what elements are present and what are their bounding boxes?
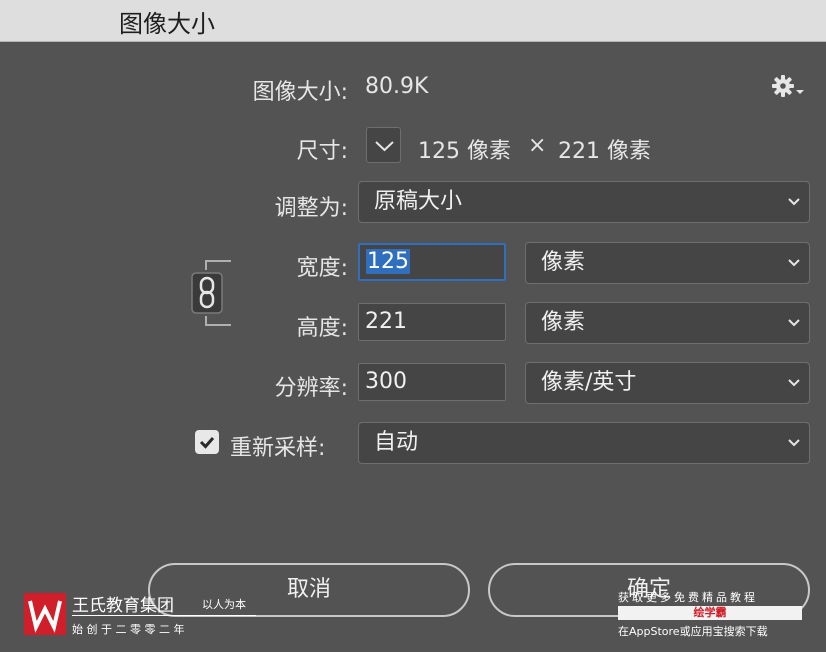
chevron-down-icon <box>788 198 800 206</box>
resample-label: 重新采样: <box>230 436 326 461</box>
dimensions-label: 尺寸: <box>296 139 348 164</box>
cancel-button[interactable]: 取消 <box>148 563 470 617</box>
image-size-value: 80.9K <box>365 74 429 99</box>
resample-method-select[interactable]: 自动 <box>358 422 810 464</box>
chevron-down-icon <box>788 259 800 267</box>
checkmark-icon <box>199 437 215 449</box>
width-label: 宽度: <box>296 256 348 281</box>
width-input[interactable]: 125 <box>358 243 506 281</box>
height-unit-value: 像素 <box>541 310 586 335</box>
resolution-unit-select[interactable]: 像素/英寸 <box>525 362 810 404</box>
resample-checkbox[interactable] <box>195 430 219 454</box>
brand-logo-icon <box>28 600 62 633</box>
height-value: 221 <box>365 309 407 334</box>
watermark-slogan: 以人为本 <box>202 598 246 611</box>
watermark-download: 在AppStore或应用宝搜索下载 <box>618 625 768 638</box>
resolution-value: 300 <box>365 369 407 394</box>
fit-to-value: 原稿大小 <box>374 189 463 214</box>
fit-to-label: 调整为: <box>274 196 348 221</box>
chevron-down-icon <box>375 141 394 152</box>
watermark-brand: 王氏教育集团 <box>72 596 174 616</box>
chevron-down-icon <box>788 439 800 447</box>
height-label: 高度: <box>296 316 348 341</box>
window-title: 图像大小 <box>119 10 215 38</box>
height-input[interactable]: 221 <box>358 303 506 341</box>
chevron-down-icon <box>788 379 800 387</box>
chevron-down-icon <box>788 319 800 327</box>
dimensions-width-value: 125 像素 <box>418 139 511 164</box>
width-unit-select[interactable]: 像素 <box>525 242 810 284</box>
image-size-label: 图像大小: <box>252 80 348 105</box>
watermark-divider <box>72 615 256 616</box>
resolution-input[interactable]: 300 <box>358 363 506 401</box>
watermark-founded: 始 创 于 二 零 零 二 年 <box>72 623 185 636</box>
watermark-app-name: 绘学霸 <box>618 606 802 620</box>
watermark-promo: 获取更多免费精品教程 <box>618 591 758 604</box>
dimensions-times: × <box>528 133 547 158</box>
width-unit-value: 像素 <box>541 250 586 275</box>
resample-method-value: 自动 <box>374 430 419 455</box>
width-value: 125 <box>366 249 410 274</box>
gear-icon[interactable] <box>772 73 806 99</box>
brand-logo <box>24 593 66 635</box>
title-bar: 图像大小 <box>0 0 826 42</box>
dimensions-height-value: 221 像素 <box>558 139 651 164</box>
height-unit-select[interactable]: 像素 <box>525 302 810 344</box>
fit-to-select[interactable]: 原稿大小 <box>358 181 810 223</box>
resolution-label: 分辨率: <box>274 376 348 401</box>
resolution-unit-value: 像素/英寸 <box>541 370 637 395</box>
dimensions-unit-toggle[interactable] <box>366 127 401 163</box>
